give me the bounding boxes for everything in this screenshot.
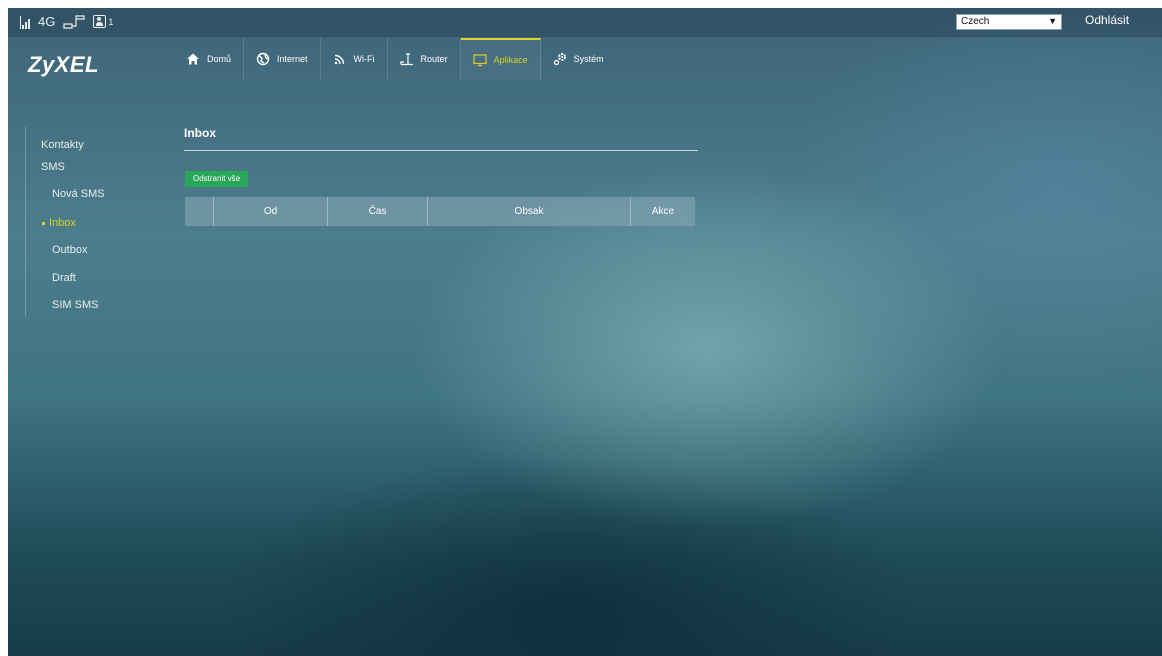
- delete-all-button[interactable]: Odstranit vše: [185, 171, 249, 187]
- monitor-icon: [472, 54, 487, 67]
- zyxel-logo: ZyXEL: [28, 52, 99, 77]
- sidebar-item-label: Inbox: [49, 217, 76, 229]
- dropdown-arrow-icon: ▼: [1048, 16, 1057, 26]
- nav-item-router[interactable]: Router: [388, 38, 461, 80]
- user-count: 1: [108, 16, 114, 27]
- inbox-table-header: Od Čas Obsak Akce: [185, 197, 695, 226]
- column-header-time[interactable]: Čas: [328, 197, 428, 226]
- nav-label: Internet: [277, 54, 308, 64]
- nav-label: Systém: [573, 54, 604, 64]
- column-header-select[interactable]: [185, 197, 214, 226]
- logout-link[interactable]: Odhlásit: [1085, 13, 1129, 27]
- ethernet-icon: [63, 14, 85, 29]
- column-header-action[interactable]: Akce: [631, 197, 695, 226]
- status-bar: 4G 1 Czech ▼ Odhlásit: [8, 8, 1162, 38]
- globe-icon: [256, 52, 270, 66]
- nav-item-internet[interactable]: Internet: [244, 38, 321, 80]
- status-icons: 4G 1: [20, 14, 113, 29]
- nav-label: Wi-Fi: [353, 54, 375, 64]
- connected-users-icon: 1: [93, 15, 113, 28]
- router-admin-page: 4G 1 Czech ▼ Odhlásit ZyXEL Domů Interne…: [8, 8, 1162, 656]
- language-selected-value: Czech: [961, 16, 990, 27]
- column-header-from[interactable]: Od: [214, 197, 328, 226]
- signal-strength-icon: [20, 15, 30, 29]
- sidebar-item-sim-sms[interactable]: SIM SMS: [52, 299, 98, 311]
- nav-label: Domů: [207, 54, 232, 64]
- sidebar-item-draft[interactable]: Draft: [52, 272, 76, 284]
- user-icon: [93, 15, 107, 28]
- router-icon: [399, 53, 413, 66]
- nav-item-system[interactable]: Systém: [541, 38, 616, 80]
- main-nav: Domů Internet Wi-Fi Router Aplikace Syst…: [174, 38, 616, 80]
- sidebar: Kontakty SMS Nová SMS Inbox Outbox Draft…: [25, 126, 146, 316]
- network-type-label: 4G: [38, 14, 56, 29]
- sidebar-item-contacts[interactable]: Kontakty: [41, 139, 84, 151]
- sidebar-item-sms[interactable]: SMS: [41, 161, 65, 173]
- column-header-content[interactable]: Obsak: [428, 197, 631, 226]
- sidebar-item-outbox[interactable]: Outbox: [52, 244, 87, 256]
- nav-item-apps[interactable]: Aplikace: [460, 38, 541, 80]
- page-title: Inbox: [184, 126, 216, 140]
- title-divider: [184, 150, 698, 151]
- home-icon: [187, 53, 199, 65]
- nav-item-wifi[interactable]: Wi-Fi: [321, 38, 388, 80]
- language-select[interactable]: Czech ▼: [956, 14, 1062, 30]
- nav-label: Router: [420, 54, 448, 64]
- nav-item-home[interactable]: Domů: [174, 38, 245, 80]
- wifi-icon: [334, 54, 344, 65]
- nav-label: Aplikace: [493, 55, 528, 65]
- gear-icon: [553, 53, 566, 66]
- sidebar-item-new-sms[interactable]: Nová SMS: [52, 188, 105, 200]
- sidebar-item-inbox[interactable]: Inbox: [42, 217, 76, 229]
